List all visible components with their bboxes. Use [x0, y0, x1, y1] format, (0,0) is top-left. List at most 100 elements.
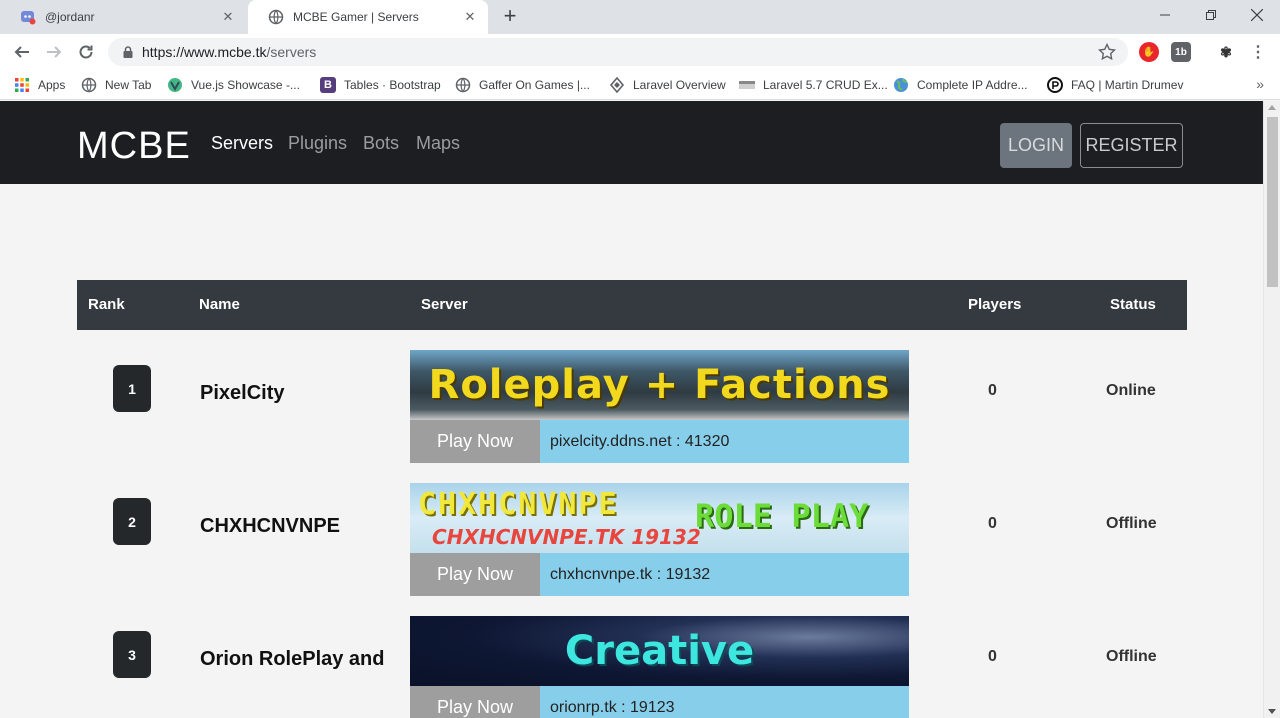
server-name[interactable]: CHXHCNVNPE	[200, 515, 340, 538]
bookmark-laravel-crud[interactable]: Laravel 5.7 CRUD Ex...	[739, 76, 888, 94]
server-address[interactable]: orionrp.tk : 19123	[540, 686, 909, 718]
chrome-menu-icon[interactable]: ⋮	[1248, 42, 1268, 62]
more-bookmarks-button[interactable]: »	[1256, 76, 1264, 92]
back-arrow-icon	[14, 46, 29, 58]
tab-title: MCBE Gamer | Servers	[293, 10, 419, 24]
bookmark-new-tab[interactable]: New Tab	[81, 76, 151, 94]
server-status: Online	[1106, 382, 1156, 399]
bookmark-faq-martin-drumev[interactable]: FAQ | Martin Drumev	[1047, 76, 1183, 94]
tab-mcbe-servers[interactable]: MCBE Gamer | Servers ✕	[248, 0, 488, 34]
reload-icon	[79, 45, 93, 59]
scroll-down-arrow-icon[interactable]	[1268, 709, 1276, 714]
back-button[interactable]	[10, 40, 34, 64]
banner-text: CHXHCNVNPE.TK 19132	[432, 525, 701, 549]
apps-grid-icon	[15, 78, 29, 92]
rank-badge: 2	[113, 498, 151, 545]
scrollbar-thumb[interactable]	[1267, 117, 1278, 287]
bookmark-label: Gaffer On Games |...	[479, 78, 590, 92]
forward-arrow-icon	[47, 46, 62, 58]
tab-jordanr[interactable]: @jordanr ✕	[0, 0, 246, 34]
bookmark-laravel-overview[interactable]: Laravel Overview	[609, 76, 726, 94]
server-status: Offline	[1106, 515, 1157, 532]
player-count: 0	[988, 515, 997, 532]
server-name[interactable]: PixelCity	[200, 382, 284, 405]
globe-icon	[268, 9, 284, 25]
nav-plugins[interactable]: Plugins	[288, 133, 347, 154]
nav-bots[interactable]: Bots	[363, 133, 399, 154]
bookmark-label: New Tab	[105, 78, 152, 92]
bookmark-label: FAQ | Martin Drumev	[1071, 78, 1184, 92]
banner-text: Creative	[564, 628, 755, 674]
onetab-extension-icon[interactable]: 1b	[1171, 42, 1191, 62]
server-name[interactable]: Orion RolePlay and	[200, 648, 384, 671]
nav-maps[interactable]: Maps	[416, 133, 460, 154]
register-button[interactable]: REGISTER	[1080, 123, 1183, 168]
url-host: https://www.mcbe.tk	[142, 44, 267, 60]
servers-table-header: Rank Name Server Players Status	[77, 280, 1187, 330]
rank-badge: 3	[113, 631, 151, 678]
lock-icon	[123, 46, 133, 58]
banner-text: CHXHCNVNPE	[418, 487, 619, 522]
nav-servers[interactable]: Servers	[211, 133, 273, 154]
scroll-up-arrow-icon[interactable]	[1268, 105, 1276, 110]
new-tab-button[interactable]: +	[498, 5, 522, 29]
table-row: 1 PixelCity Roleplay + Factions Play Now…	[77, 350, 1187, 483]
site-brand[interactable]: MCBE	[77, 125, 191, 168]
server-status: Offline	[1106, 648, 1157, 665]
play-now-button[interactable]: Play Now	[410, 686, 540, 718]
restore-button[interactable]	[1188, 0, 1234, 30]
bookmark-tables-bootstrap[interactable]: B Tables · Bootstrap	[320, 76, 441, 94]
header-server: Server	[421, 296, 468, 313]
globe-icon	[455, 77, 471, 93]
header-name: Name	[199, 296, 240, 313]
browser-tabstrip: @jordanr ✕ MCBE Gamer | Servers ✕ +	[0, 0, 1280, 34]
earth-icon	[894, 78, 908, 92]
rank-badge: 1	[113, 365, 151, 412]
tab-title: @jordanr	[45, 10, 95, 24]
restore-icon	[1206, 10, 1216, 20]
bookmark-label: Laravel Overview	[633, 78, 726, 92]
header-rank: Rank	[88, 296, 125, 313]
bookmark-gaffer-on-games[interactable]: Gaffer On Games |...	[455, 76, 590, 94]
banner-text: Roleplay + Factions	[428, 362, 891, 408]
close-window-button[interactable]	[1234, 0, 1280, 30]
page-scrollbar[interactable]	[1263, 101, 1280, 718]
play-now-button[interactable]: Play Now	[410, 420, 540, 463]
profile-avatar-icon[interactable]: ✾	[1216, 42, 1236, 62]
vue-icon	[168, 78, 182, 92]
play-now-button[interactable]: Play Now	[410, 553, 540, 596]
reload-button[interactable]	[74, 40, 98, 64]
table-row: 3 Orion RolePlay and Creative Play Now o…	[77, 616, 1187, 718]
forward-button[interactable]	[42, 40, 66, 64]
globe-icon	[81, 77, 97, 93]
url-path: /servers	[266, 44, 317, 60]
bookmark-label: Tables · Bootstrap	[344, 78, 441, 92]
bookmark-apps[interactable]: Apps	[14, 76, 65, 94]
browser-toolbar: https://www.mcbe.tk/servers ✋ 1b ✾ ⋮	[0, 34, 1280, 70]
address-bar[interactable]: https://www.mcbe.tk/servers	[108, 38, 1128, 66]
server-banner[interactable]: Roleplay + Factions	[410, 350, 909, 420]
site-navbar: MCBE Servers Plugins Bots Maps LOGIN REG…	[0, 101, 1263, 184]
server-banner[interactable]: Creative	[410, 616, 909, 686]
player-count: 0	[988, 648, 997, 665]
login-button[interactable]: LOGIN	[1000, 123, 1072, 168]
bookmark-vue-showcase[interactable]: Vue.js Showcase -...	[167, 76, 300, 94]
server-address[interactable]: chxhcnvnpe.tk : 19132	[540, 553, 909, 596]
page-viewport: MCBE Servers Plugins Bots Maps LOGIN REG…	[0, 101, 1280, 718]
header-players: Players	[968, 296, 1022, 313]
close-icon	[1251, 9, 1263, 21]
bookmark-label: Complete IP Addre...	[917, 78, 1028, 92]
bookmarks-bar: Apps New Tab Vue.js Showcase -... B Tabl…	[0, 70, 1280, 100]
adblock-extension-icon[interactable]: ✋	[1139, 42, 1159, 62]
server-banner[interactable]: CHXHCNVNPE ROLE PLAY CHXHCNVNPE.TK 19132	[410, 483, 909, 553]
bookmark-star-icon[interactable]	[1098, 43, 1116, 61]
server-address[interactable]: pixelcity.ddns.net : 41320	[540, 420, 909, 463]
header-status: Status	[1110, 296, 1156, 313]
bookmark-label: Vue.js Showcase -...	[191, 78, 300, 92]
site-icon	[1047, 77, 1063, 93]
bookmark-complete-ip[interactable]: Complete IP Addre...	[893, 76, 1028, 94]
minimize-button[interactable]	[1142, 0, 1188, 30]
close-tab-icon[interactable]: ✕	[462, 9, 478, 25]
bookmark-label: Laravel 5.7 CRUD Ex...	[763, 78, 888, 92]
close-tab-icon[interactable]: ✕	[220, 9, 236, 25]
